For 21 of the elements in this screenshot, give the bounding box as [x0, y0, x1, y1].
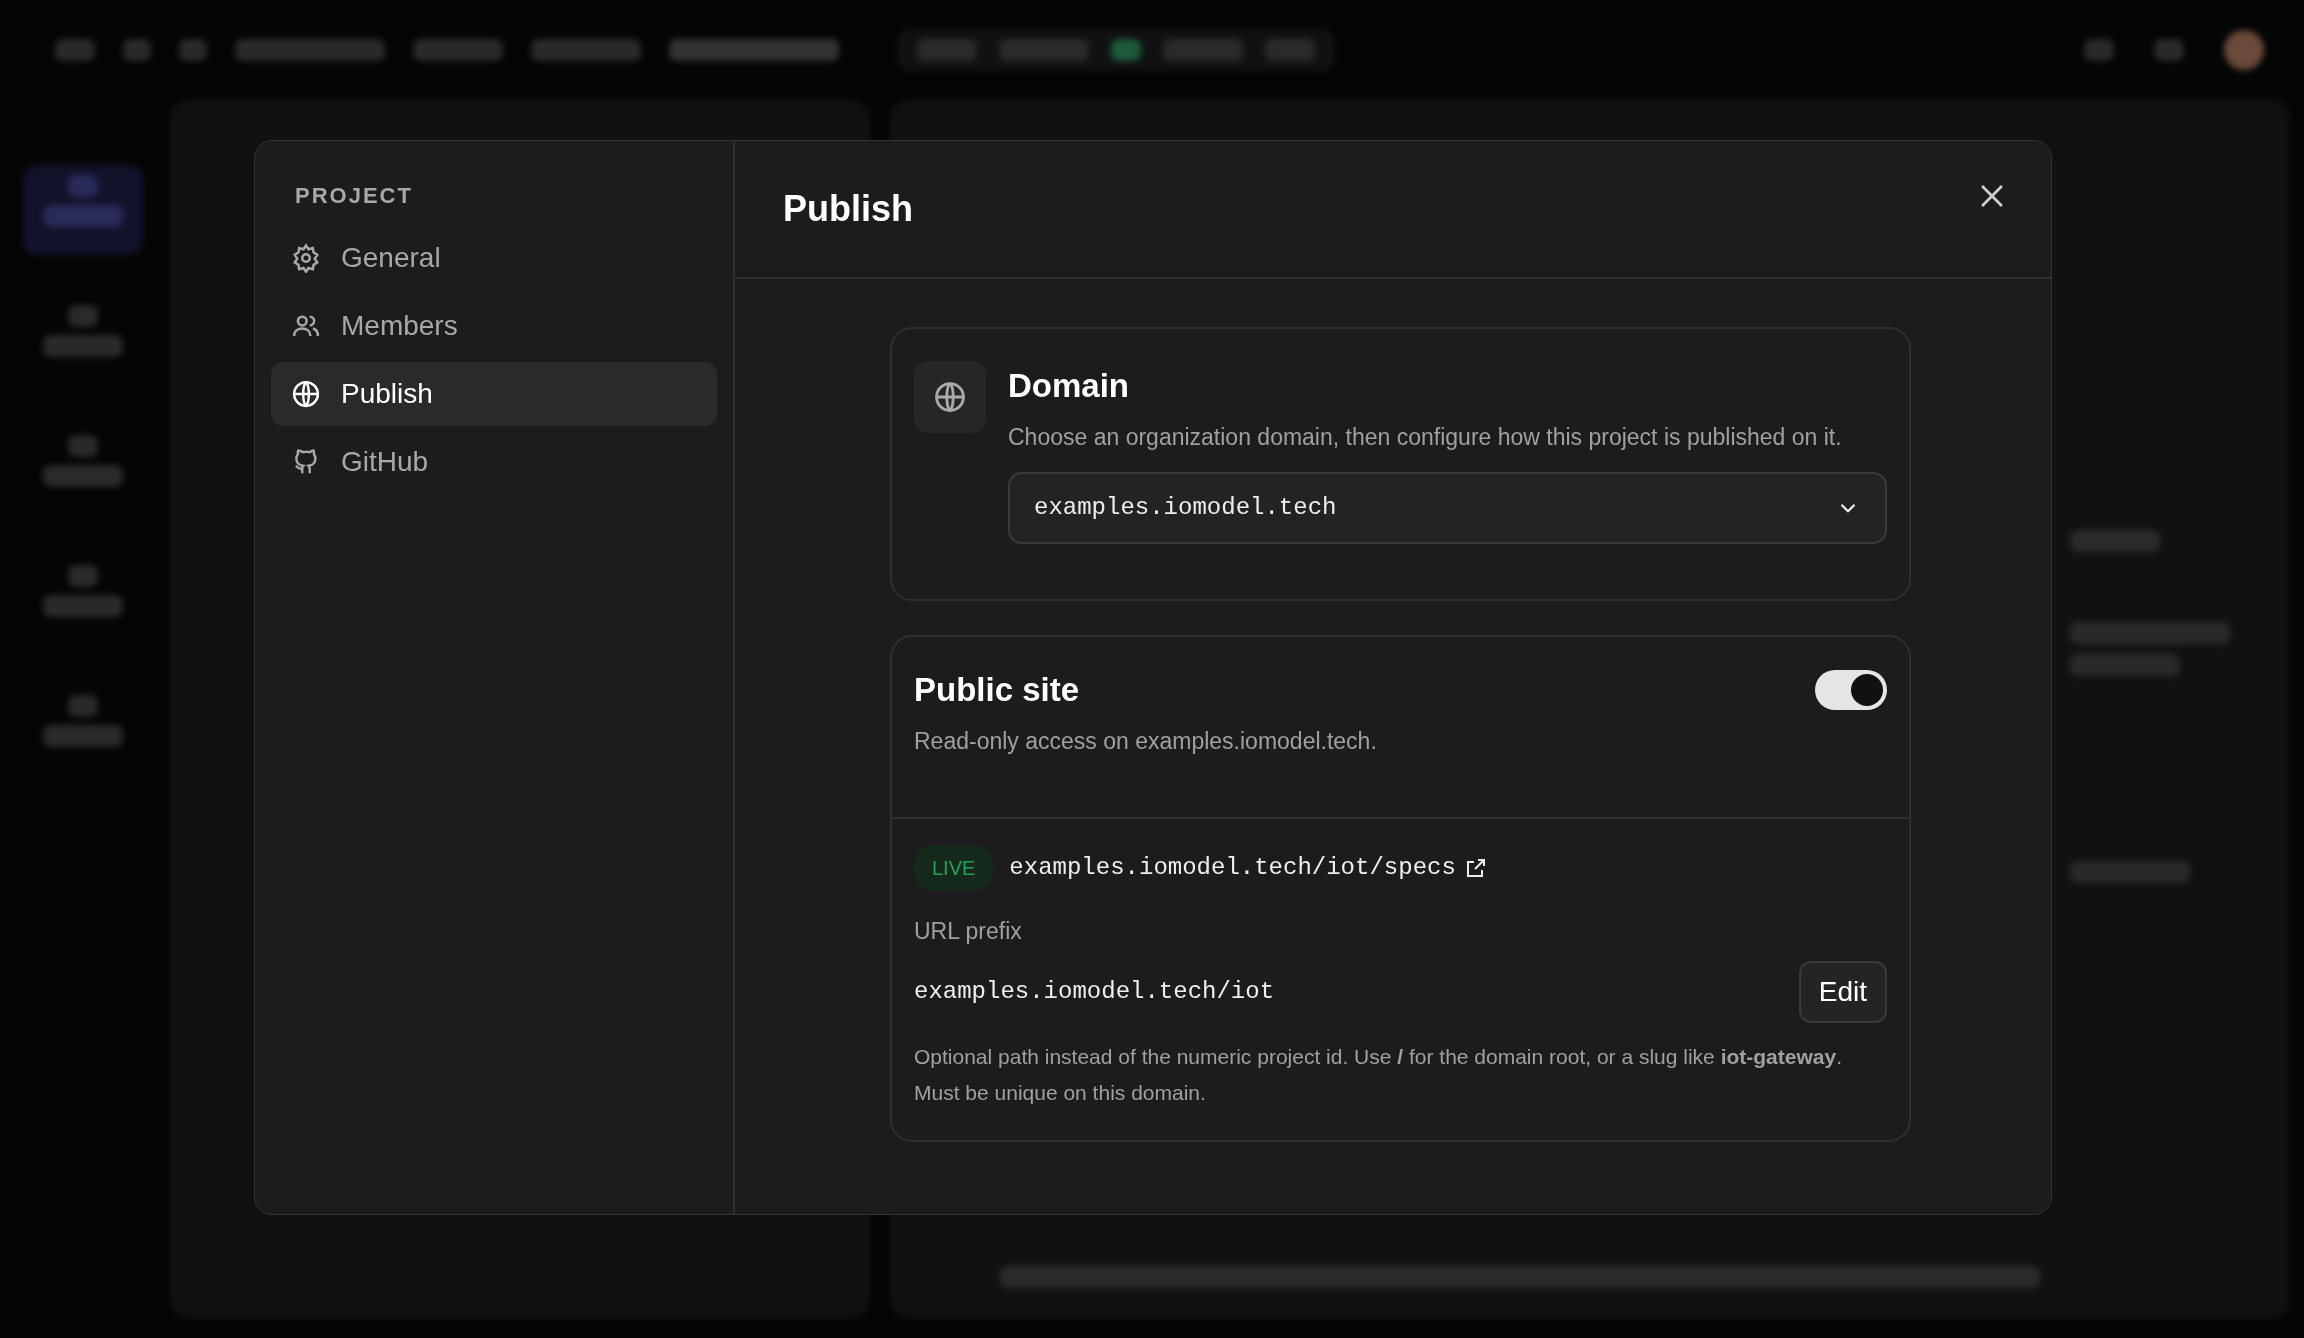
toggle-switch[interactable] [1815, 670, 1887, 711]
status-badge: LIVE [914, 844, 994, 891]
field-label: URL prefix [914, 916, 1023, 946]
nav-item[interactable]: Members [271, 294, 717, 358]
nav-item[interactable]: GitHub [271, 430, 717, 494]
card-description: Choose an organization domain, then configure how this project is published on it. [1008, 422, 1843, 452]
globe-icon [291, 379, 321, 409]
globe-icon [914, 361, 986, 433]
card-title: Public site [914, 670, 1080, 711]
card-description: Read-only access on examples.iomodel.tech. [914, 726, 1378, 756]
nav-item[interactable]: Publish [271, 362, 717, 426]
card-title: Domain [1008, 366, 1130, 406]
site-link[interactable]: examples.iomodel.tech/iot/specs [1009, 849, 1488, 886]
nav-item[interactable]: General [271, 226, 717, 290]
help-text: Optional path instead of the numeric project id. Use / for the domain root, or a slug like iot-gateway. Must be unique on this domain. [914, 1043, 1843, 1106]
section-heading: PROJECT [294, 182, 414, 210]
dialog-title: Publish [783, 187, 913, 231]
domain-select[interactable]: examples.iomodel.tech [1008, 472, 1887, 545]
edit-button[interactable]: Edit [1798, 960, 1887, 1023]
gear-icon [291, 243, 321, 273]
prefix-value: examples.iomodel.tech/iot [914, 976, 1275, 1007]
